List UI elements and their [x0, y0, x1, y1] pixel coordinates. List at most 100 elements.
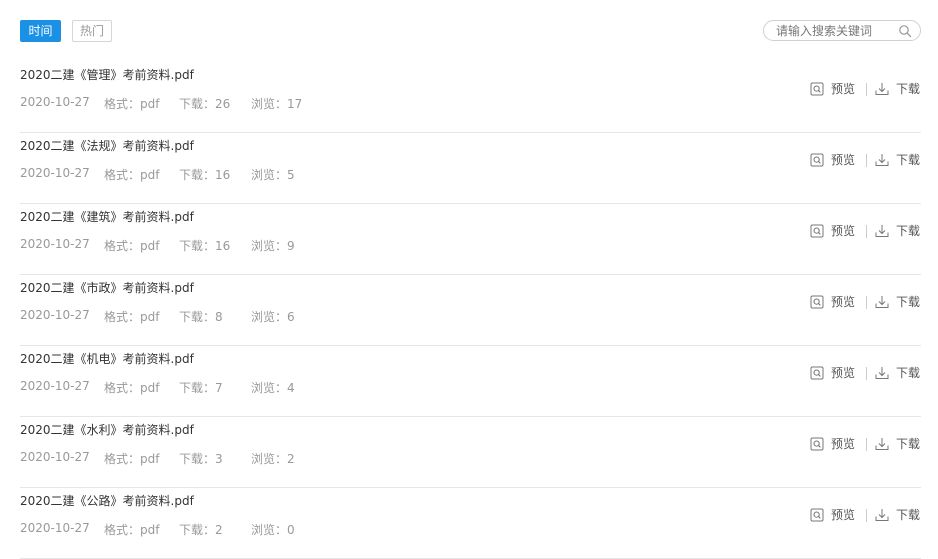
file-date: 2020-10-27: [20, 450, 90, 464]
file-date: 2020-10-27: [20, 379, 90, 393]
preview-icon: [810, 224, 824, 238]
download-label: 下载: [896, 508, 921, 522]
format-label: 格式：: [104, 97, 141, 111]
download-button[interactable]: 下载: [875, 81, 921, 97]
search-input[interactable]: [776, 22, 894, 39]
format-label: 格式：: [104, 523, 141, 537]
file-views: 浏览：17: [251, 95, 302, 112]
format-value: pdf: [140, 239, 160, 253]
views-value: 9: [287, 239, 295, 253]
views-label: 浏览：: [251, 523, 288, 537]
file-format: 格式：pdf: [104, 237, 159, 254]
tab-time[interactable]: 时间: [20, 20, 61, 42]
format-label: 格式：: [104, 239, 141, 253]
downloads-value: 3: [215, 452, 223, 466]
file-views: 浏览：6: [251, 308, 295, 325]
download-button[interactable]: 下载: [875, 294, 921, 310]
download-label: 下载: [896, 82, 921, 96]
downloads-value: 26: [215, 97, 231, 111]
download-button[interactable]: 下载: [875, 365, 921, 381]
file-list: 2020二建《管理》考前资料.pdf 2020-10-27 格式：pdf 下载：…: [0, 62, 938, 559]
preview-icon: [810, 153, 824, 167]
download-icon: [875, 438, 889, 450]
download-button[interactable]: 下载: [875, 223, 921, 239]
file-views: 浏览：0: [251, 521, 295, 538]
file-date: 2020-10-27: [20, 95, 90, 109]
file-row: 2020二建《机电》考前资料.pdf 2020-10-27 格式：pdf 下载：…: [20, 346, 921, 417]
format-label: 格式：: [104, 310, 141, 324]
file-downloads: 下载：8: [179, 308, 223, 325]
download-label: 下载: [896, 366, 921, 380]
file-row: 2020二建《水利》考前资料.pdf 2020-10-27 格式：pdf 下载：…: [20, 417, 921, 488]
download-icon: [875, 154, 889, 166]
views-label: 浏览：: [251, 381, 288, 395]
action-separator: [866, 509, 867, 522]
downloads-label: 下载：: [179, 168, 216, 182]
preview-label: 预览: [831, 508, 856, 522]
tab-popular[interactable]: 热门: [72, 20, 112, 42]
preview-button[interactable]: 预览: [810, 223, 857, 239]
download-button[interactable]: 下载: [875, 507, 921, 523]
views-value: 6: [287, 310, 295, 324]
file-title[interactable]: 2020二建《法规》考前资料.pdf: [20, 137, 194, 154]
preview-label: 预览: [831, 82, 856, 96]
download-icon: [875, 367, 889, 379]
views-value: 5: [287, 168, 295, 182]
file-title[interactable]: 2020二建《市政》考前资料.pdf: [20, 279, 194, 296]
downloads-label: 下载：: [179, 239, 216, 253]
views-value: 17: [287, 97, 303, 111]
preview-button[interactable]: 预览: [810, 507, 857, 523]
preview-button[interactable]: 预览: [810, 436, 857, 452]
preview-label: 预览: [831, 224, 856, 238]
downloads-value: 2: [215, 523, 223, 537]
download-label: 下载: [896, 437, 921, 451]
format-value: pdf: [140, 523, 160, 537]
downloads-label: 下载：: [179, 452, 216, 466]
action-separator: [866, 83, 867, 96]
preview-label: 预览: [831, 153, 856, 167]
file-date: 2020-10-27: [20, 308, 90, 322]
file-row: 2020二建《法规》考前资料.pdf 2020-10-27 格式：pdf 下载：…: [20, 133, 921, 204]
preview-button[interactable]: 预览: [810, 365, 857, 381]
file-format: 格式：pdf: [104, 521, 159, 538]
preview-icon: [810, 82, 824, 96]
action-separator: [866, 154, 867, 167]
views-label: 浏览：: [251, 239, 288, 253]
preview-label: 预览: [831, 437, 856, 451]
file-title[interactable]: 2020二建《公路》考前资料.pdf: [20, 492, 194, 509]
file-date: 2020-10-27: [20, 166, 90, 180]
downloads-label: 下载：: [179, 381, 216, 395]
file-title[interactable]: 2020二建《管理》考前资料.pdf: [20, 66, 194, 83]
download-label: 下载: [896, 153, 921, 167]
format-value: pdf: [140, 168, 160, 182]
action-separator: [866, 225, 867, 238]
action-separator: [866, 296, 867, 309]
downloads-label: 下载：: [179, 523, 216, 537]
preview-button[interactable]: 预览: [810, 152, 857, 168]
file-title[interactable]: 2020二建《机电》考前资料.pdf: [20, 350, 194, 367]
file-downloads: 下载：16: [179, 237, 230, 254]
file-title[interactable]: 2020二建《水利》考前资料.pdf: [20, 421, 194, 438]
file-format: 格式：pdf: [104, 95, 159, 112]
file-downloads: 下载：2: [179, 521, 223, 538]
preview-icon: [810, 437, 824, 451]
download-icon: [875, 509, 889, 521]
search-box[interactable]: [763, 20, 921, 41]
search-icon[interactable]: [898, 24, 912, 38]
download-button[interactable]: 下载: [875, 152, 921, 168]
preview-button[interactable]: 预览: [810, 294, 857, 310]
file-downloads: 下载：7: [179, 379, 223, 396]
file-row: 2020二建《公路》考前资料.pdf 2020-10-27 格式：pdf 下载：…: [20, 488, 921, 559]
downloads-label: 下载：: [179, 97, 216, 111]
preview-button[interactable]: 预览: [810, 81, 857, 97]
file-format: 格式：pdf: [104, 308, 159, 325]
downloads-value: 16: [215, 168, 231, 182]
file-title[interactable]: 2020二建《建筑》考前资料.pdf: [20, 208, 194, 225]
file-downloads: 下载：16: [179, 166, 230, 183]
format-value: pdf: [140, 381, 160, 395]
download-button[interactable]: 下载: [875, 436, 921, 452]
file-format: 格式：pdf: [104, 379, 159, 396]
preview-icon: [810, 508, 824, 522]
download-label: 下载: [896, 295, 921, 309]
format-value: pdf: [140, 310, 160, 324]
